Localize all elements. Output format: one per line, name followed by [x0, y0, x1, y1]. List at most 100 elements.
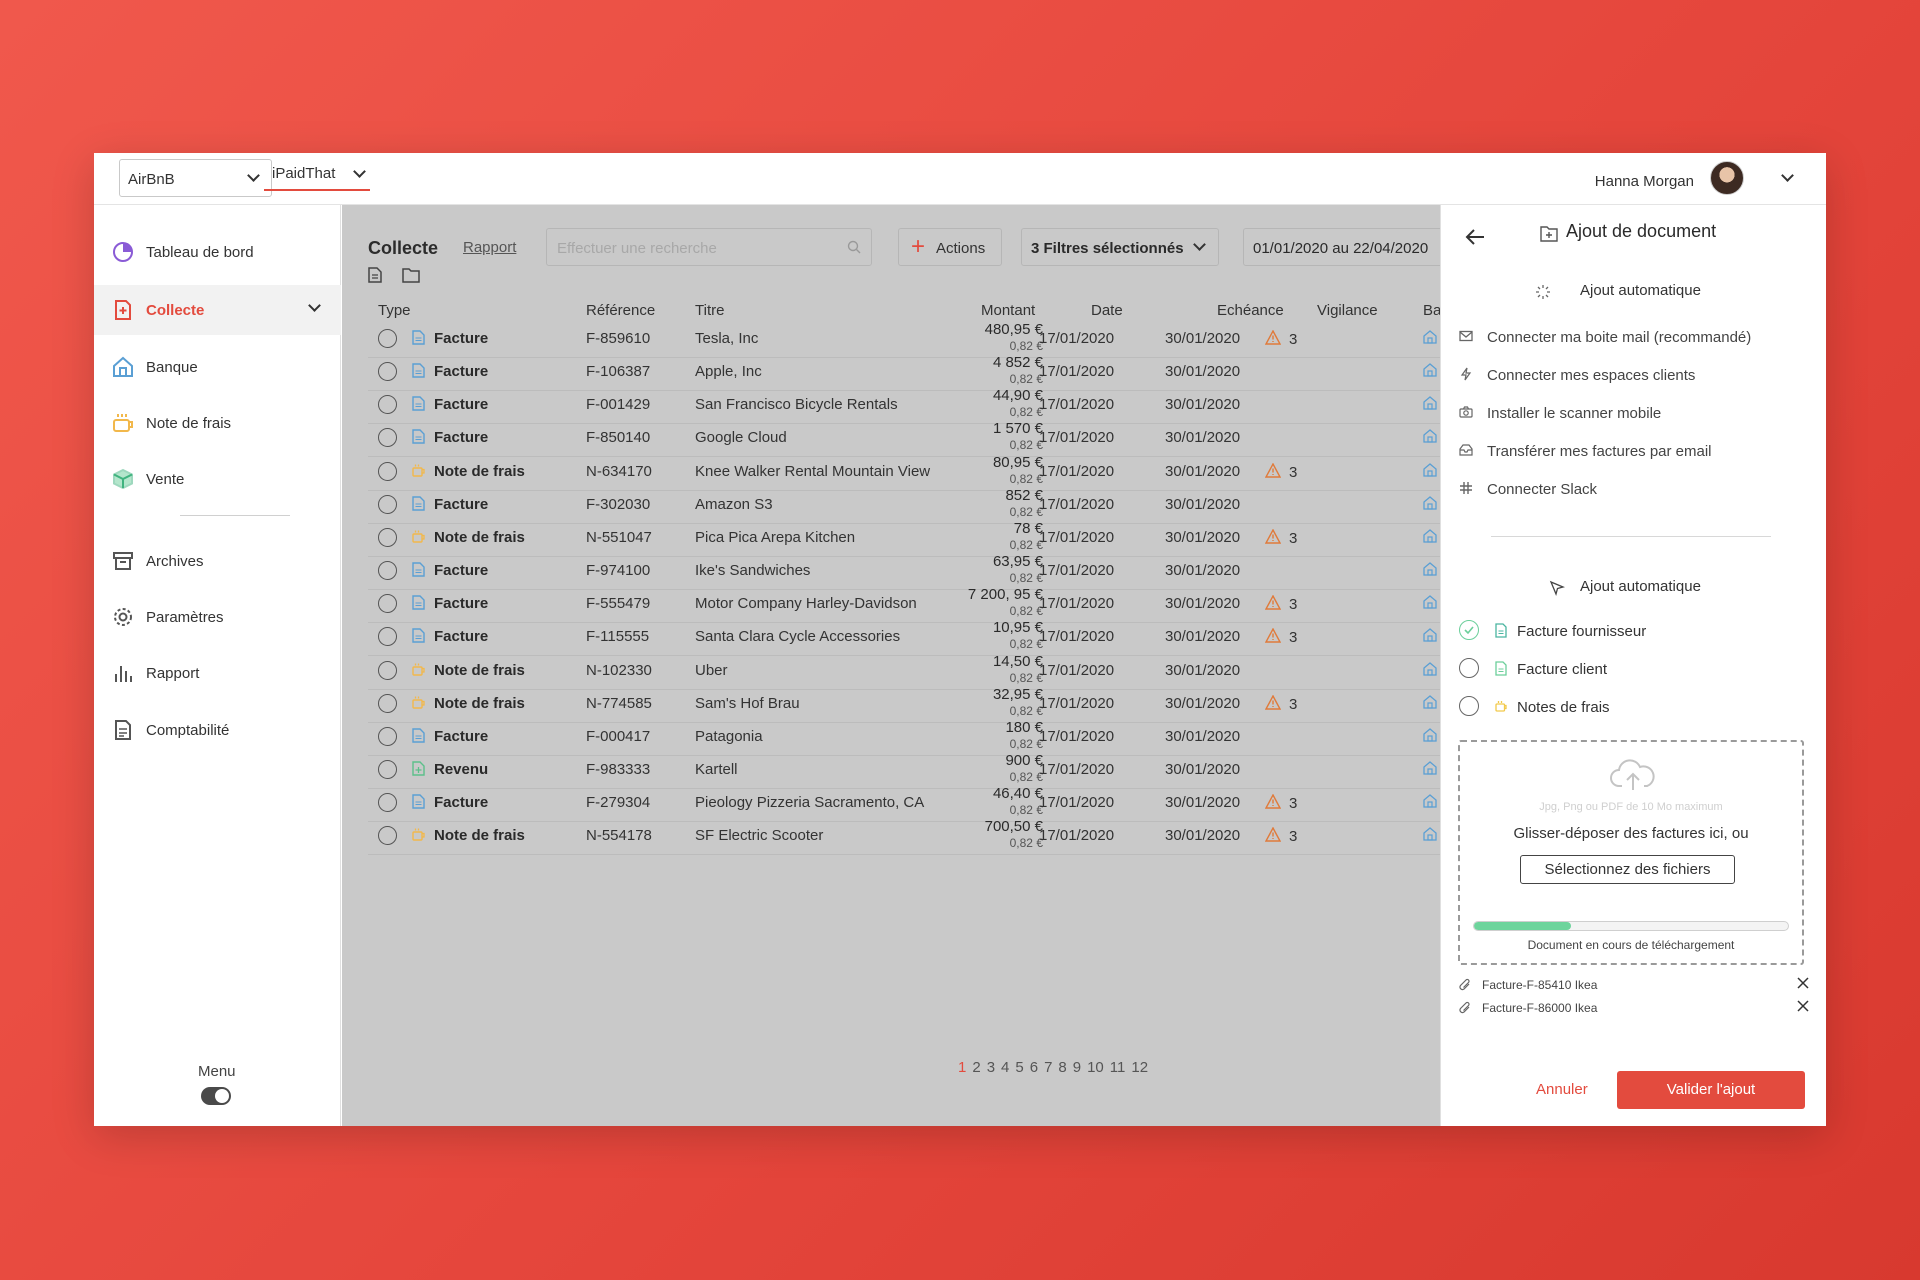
row-checkbox[interactable]: [378, 561, 397, 581]
option-forward-email[interactable]: Transférer mes factures par email: [1459, 440, 1819, 462]
back-arrow-icon[interactable]: [1464, 227, 1486, 247]
row-checkbox[interactable]: [378, 726, 397, 746]
search-input[interactable]: Effectuer une recherche: [546, 228, 872, 266]
tab-rapport[interactable]: Rapport: [463, 239, 516, 256]
row-checkbox[interactable]: [378, 759, 397, 779]
close-icon[interactable]: [1796, 976, 1810, 990]
col-header-titre[interactable]: Titre: [695, 302, 724, 319]
bank-icon[interactable]: [1423, 595, 1437, 609]
radio-unchecked[interactable]: [1459, 696, 1479, 716]
page-link[interactable]: 2: [972, 1059, 980, 1076]
col-header-vigilance[interactable]: Vigilance: [1317, 302, 1378, 319]
row-checkbox[interactable]: [378, 329, 397, 348]
sidebar-item-comptabilite[interactable]: Comptabilité: [94, 705, 341, 755]
sidebar-item-collecte[interactable]: Collecte: [94, 285, 341, 335]
bank-icon[interactable]: [1423, 363, 1437, 377]
page-link[interactable]: 11: [1110, 1059, 1126, 1076]
actions-button[interactable]: + Actions: [898, 228, 1002, 266]
cell-reference: N-102330: [586, 661, 652, 679]
page-link[interactable]: 6: [1030, 1059, 1038, 1076]
col-header-date[interactable]: Date: [1091, 302, 1123, 319]
sidebar-item-archives[interactable]: Archives: [94, 536, 341, 586]
row-checkbox[interactable]: [378, 428, 397, 448]
col-header-banque[interactable]: Banq: [1423, 302, 1440, 319]
option-connect-client-spaces[interactable]: Connecter mes espaces clients: [1459, 364, 1819, 386]
row-checkbox[interactable]: [378, 461, 397, 481]
doctype-facture-fournisseur[interactable]: Facture fournisseur: [1459, 618, 1799, 642]
sidebar-item-rapport[interactable]: Rapport: [94, 648, 341, 698]
vigilance-count: 3: [1289, 463, 1298, 481]
page-link[interactable]: 7: [1044, 1059, 1052, 1076]
cell-title: Kartell: [695, 760, 738, 778]
page-link[interactable]: 4: [1001, 1059, 1009, 1076]
page-link[interactable]: 8: [1058, 1059, 1066, 1076]
bank-icon[interactable]: [1423, 794, 1437, 808]
chevron-down-icon[interactable]: [308, 299, 321, 312]
row-checkbox[interactable]: [378, 627, 397, 647]
sidebar-item-note-de-frais[interactable]: Note de frais: [94, 398, 341, 448]
company-select[interactable]: AirBnB: [119, 159, 272, 197]
page-link[interactable]: 12: [1131, 1059, 1148, 1076]
row-checkbox[interactable]: [378, 793, 397, 813]
row-checkbox[interactable]: [378, 826, 397, 846]
close-icon[interactable]: [1796, 999, 1810, 1013]
row-checkbox[interactable]: [378, 494, 397, 514]
bank-icon[interactable]: [1423, 827, 1437, 841]
sidebar-item-vente[interactable]: Vente: [94, 454, 341, 504]
select-files-button[interactable]: Sélectionnez des fichiers: [1520, 855, 1735, 884]
menu-toggle[interactable]: [201, 1087, 231, 1105]
bank-icon[interactable]: [1423, 727, 1437, 742]
sidebar-item-parametres[interactable]: Paramètres: [94, 592, 341, 642]
bank-icon[interactable]: [1423, 694, 1437, 709]
bank-icon[interactable]: [1423, 628, 1437, 642]
page-link[interactable]: 3: [987, 1059, 995, 1076]
table-row[interactable]: Note de frais N-554178 SF Electric Scooter…: [368, 815, 1440, 856]
cell-due-date: 30/01/2020: [1165, 794, 1241, 812]
col-header-reference[interactable]: Référence: [586, 302, 655, 319]
page-link[interactable]: 10: [1087, 1059, 1104, 1076]
sidebar-item-dashboard[interactable]: Tableau de bord: [94, 227, 341, 277]
bank-icon[interactable]: [1423, 661, 1437, 676]
option-install-scanner[interactable]: Installer le scanner mobile: [1459, 402, 1819, 424]
bank-icon[interactable]: [1423, 330, 1437, 344]
chevron-down-icon[interactable]: [1781, 169, 1794, 182]
row-checkbox[interactable]: [378, 660, 397, 680]
bank-icon[interactable]: [1423, 529, 1437, 543]
bank-icon[interactable]: [1423, 396, 1437, 410]
cancel-button[interactable]: Annuler: [1536, 1081, 1588, 1098]
file-dropzone[interactable]: Jpg, Png ou PDF de 10 Mo maximum Glisser…: [1458, 740, 1804, 965]
row-checkbox[interactable]: [378, 594, 397, 614]
page-link[interactable]: 5: [1015, 1059, 1023, 1076]
bank-icon[interactable]: [1423, 462, 1437, 477]
col-header-montant[interactable]: Montant: [981, 302, 1035, 319]
col-header-type[interactable]: Type: [378, 302, 411, 319]
row-checkbox[interactable]: [378, 362, 397, 382]
folder-view-icon[interactable]: [402, 267, 420, 283]
validate-button[interactable]: Valider l'ajout: [1617, 1071, 1805, 1109]
doctype-notes-de-frais[interactable]: Notes de frais: [1459, 694, 1799, 718]
date-range-select[interactable]: 01/01/2020 au 22/04/2020: [1243, 228, 1440, 266]
invoice-icon: [412, 429, 425, 445]
bank-icon[interactable]: [1423, 495, 1437, 510]
app-select[interactable]: iPaidThat: [264, 161, 370, 191]
document-view-icon[interactable]: [368, 267, 382, 283]
avatar[interactable]: [1710, 161, 1744, 195]
page-link[interactable]: 1: [958, 1059, 966, 1076]
option-connect-slack[interactable]: Connecter Slack: [1459, 478, 1819, 500]
option-connect-mail[interactable]: Connecter ma boite mail (recommandé): [1459, 326, 1819, 348]
row-checkbox[interactable]: [378, 395, 397, 415]
sidebar-item-banque[interactable]: Banque: [94, 342, 341, 392]
bank-icon[interactable]: [1423, 429, 1437, 444]
bank-icon[interactable]: [1423, 761, 1437, 775]
row-checkbox[interactable]: [378, 693, 397, 713]
bank-icon[interactable]: [1423, 562, 1437, 576]
col-header-echeance[interactable]: Echéance: [1217, 302, 1284, 319]
doctype-facture-client[interactable]: Facture client: [1459, 656, 1799, 680]
page-link[interactable]: 9: [1073, 1059, 1081, 1076]
row-checkbox[interactable]: [378, 527, 397, 547]
option-label: Transférer mes factures par email: [1487, 443, 1712, 460]
user-menu[interactable]: Hanna Morgan: [1536, 159, 1796, 199]
filters-select[interactable]: 3 Filtres sélectionnés: [1021, 228, 1219, 266]
cell-reference: F-850140: [586, 429, 651, 447]
radio-unchecked[interactable]: [1459, 658, 1479, 678]
